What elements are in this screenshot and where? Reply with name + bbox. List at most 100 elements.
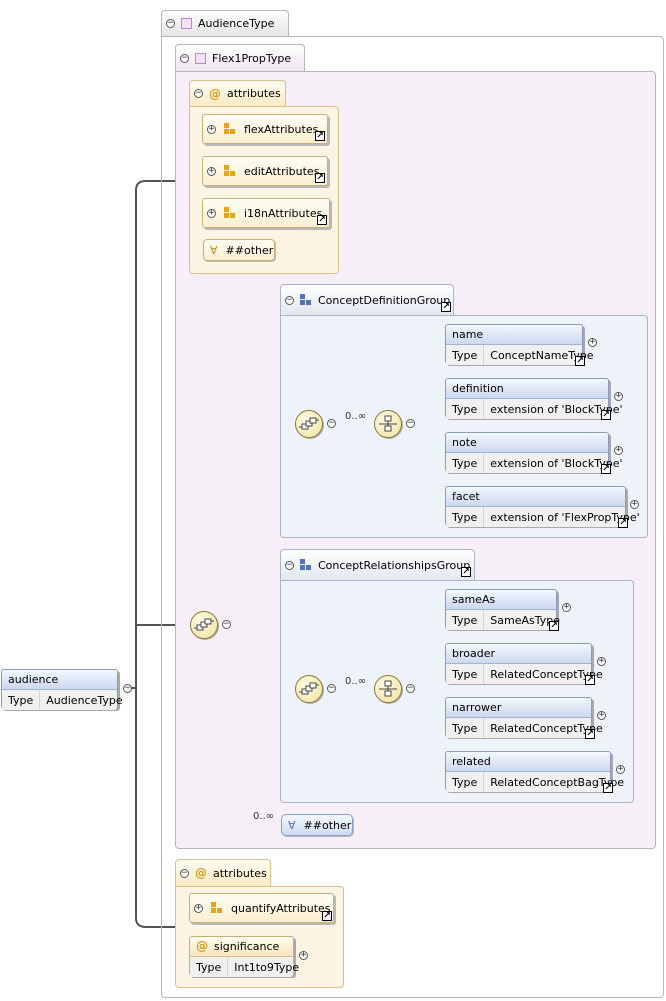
link-arrow-icon[interactable]: ↗ xyxy=(601,464,611,474)
sequence-compositor[interactable] xyxy=(190,611,218,639)
element-name[interactable]: name Type ConceptNameType xyxy=(445,324,593,365)
cardinality-label: 0..∞ xyxy=(345,676,367,687)
expand-icon[interactable]: + xyxy=(630,500,639,509)
attribute-type: Int1to9Type xyxy=(234,960,300,974)
link-arrow-icon[interactable]: ↗ xyxy=(461,567,471,577)
complex-type-icon xyxy=(181,18,192,29)
collapse-icon[interactable]: − xyxy=(194,89,203,98)
any-attribute-label: ##other xyxy=(225,243,274,257)
expand-icon[interactable]: + xyxy=(207,166,216,176)
element-type: extension of 'FlexPropType' xyxy=(490,510,640,524)
i18n-attributes-ref[interactable]: + i18nAttributes xyxy=(202,198,330,228)
flex1-prop-type-label: Flex1PropType xyxy=(212,51,292,65)
expand-icon[interactable]: + xyxy=(614,392,623,401)
element-name-label: narrower xyxy=(446,698,591,718)
expand-icon[interactable]: + xyxy=(562,603,571,612)
link-arrow-icon[interactable]: ↗ xyxy=(315,173,325,183)
attribute-name-label: significance xyxy=(214,940,280,953)
link-arrow-icon[interactable]: ↗ xyxy=(603,783,613,793)
sequence-compositor[interactable] xyxy=(374,675,402,703)
element-narrower[interactable]: narrower Type RelatedConceptType xyxy=(445,697,603,738)
attributes-tab[interactable]: − @ attributes xyxy=(175,859,271,886)
concept-definition-group-label: ConceptDefinitionGroup xyxy=(318,293,451,307)
link-arrow-icon[interactable]: ↗ xyxy=(575,356,585,366)
root-element-type: AudienceType xyxy=(46,693,123,707)
choice-compositor[interactable] xyxy=(295,410,323,438)
link-arrow-icon[interactable]: ↗ xyxy=(618,518,628,528)
type-key: Type xyxy=(2,690,41,710)
attributes-tab[interactable]: − @ attributes xyxy=(189,80,286,106)
element-same-as[interactable]: sameAs Type SameAsType xyxy=(445,589,560,630)
element-related[interactable]: related Type RelatedConceptBagType xyxy=(445,751,624,792)
attribute-group-icon xyxy=(211,902,223,914)
choice-compositor[interactable] xyxy=(295,675,323,703)
audience-type-tab[interactable]: − AudienceType xyxy=(161,10,289,36)
group-icon xyxy=(300,559,312,571)
expand-icon[interactable]: + xyxy=(194,903,203,913)
sequence-icon xyxy=(299,417,319,430)
link-arrow-icon[interactable]: ↗ xyxy=(315,131,325,141)
attributes-label: attributes xyxy=(227,87,281,100)
concept-relationships-group-tab[interactable]: − ConceptRelationshipsGroup xyxy=(280,549,475,580)
expand-icon[interactable]: + xyxy=(616,765,625,774)
collapse-icon[interactable]: − xyxy=(180,53,189,63)
attribute-icon: @ xyxy=(196,939,208,953)
link-arrow-icon[interactable]: ↗ xyxy=(317,215,327,225)
expand-icon[interactable]: + xyxy=(207,208,216,218)
link-arrow-icon[interactable]: ↗ xyxy=(549,621,559,631)
any-attribute-icon: ∀ xyxy=(210,243,218,257)
attributes-label: attributes xyxy=(213,866,267,880)
link-arrow-icon[interactable]: ↗ xyxy=(585,675,595,685)
expand-icon[interactable]: + xyxy=(207,124,216,134)
collapse-icon[interactable]: − xyxy=(406,419,415,428)
collapse-icon[interactable]: − xyxy=(327,684,336,693)
edit-attributes-ref[interactable]: + editAttributes xyxy=(202,156,328,186)
sequence-icon xyxy=(379,680,397,697)
collapse-icon[interactable]: − xyxy=(123,684,132,693)
expand-icon[interactable]: + xyxy=(597,657,606,666)
collapse-icon[interactable]: − xyxy=(285,560,294,570)
group-icon xyxy=(300,294,312,306)
audience-type-label: AudienceType xyxy=(198,17,275,30)
any-element-label: ##other xyxy=(303,818,352,832)
expand-icon[interactable]: + xyxy=(614,446,623,455)
type-key: Type xyxy=(446,718,485,738)
collapse-icon[interactable]: − xyxy=(222,620,231,629)
root-element-audience[interactable]: audience Type AudienceType xyxy=(1,669,123,710)
flex1-prop-type-tab[interactable]: − Flex1PropType xyxy=(175,44,305,71)
element-definition[interactable]: definition Type extension of 'BlockType' xyxy=(445,378,623,419)
concept-relationships-group-label: ConceptRelationshipsGroup xyxy=(318,558,471,572)
collapse-icon[interactable]: − xyxy=(406,684,415,693)
link-arrow-icon[interactable]: ↗ xyxy=(441,302,451,312)
element-broader[interactable]: broader Type RelatedConceptType xyxy=(445,643,603,684)
expand-icon[interactable]: + xyxy=(597,711,606,720)
collapse-icon[interactable]: − xyxy=(166,19,175,28)
any-element-other[interactable]: ∀ ##other xyxy=(281,814,353,836)
type-key: Type xyxy=(446,453,485,473)
collapse-icon[interactable]: − xyxy=(327,419,336,428)
expand-icon[interactable]: + xyxy=(588,338,597,347)
type-key: Type xyxy=(446,345,485,365)
type-key: Type xyxy=(446,507,485,527)
element-note[interactable]: note Type extension of 'BlockType' xyxy=(445,432,623,473)
link-arrow-icon[interactable]: ↗ xyxy=(322,911,332,921)
collapse-icon[interactable]: − xyxy=(285,295,294,305)
attribute-group-icon xyxy=(224,207,236,219)
attribute-group-icon xyxy=(224,123,236,135)
expand-icon[interactable]: + xyxy=(299,951,308,960)
cardinality-label: 0..∞ xyxy=(345,411,367,422)
complex-type-icon xyxy=(195,52,206,64)
link-arrow-icon[interactable]: ↗ xyxy=(601,410,611,420)
cardinality-label: 0..∞ xyxy=(253,811,275,822)
collapse-icon[interactable]: − xyxy=(180,868,189,878)
element-name-label: broader xyxy=(446,644,591,664)
any-attribute-other[interactable]: ∀ ##other xyxy=(203,239,275,261)
quantify-attributes-ref[interactable]: + quantifyAttributes xyxy=(189,893,334,923)
concept-definition-group-tab[interactable]: − ConceptDefinitionGroup xyxy=(280,284,454,315)
sequence-compositor[interactable] xyxy=(374,410,402,438)
link-arrow-icon[interactable]: ↗ xyxy=(585,729,595,739)
flex-attributes-ref[interactable]: + flexAttributes xyxy=(202,114,328,144)
attribute-significance[interactable]: @ significance Type Int1to9Type xyxy=(189,936,299,977)
i18n-attributes-label: i18nAttributes xyxy=(244,206,323,220)
element-facet[interactable]: facet Type extension of 'FlexPropType' xyxy=(445,486,640,527)
